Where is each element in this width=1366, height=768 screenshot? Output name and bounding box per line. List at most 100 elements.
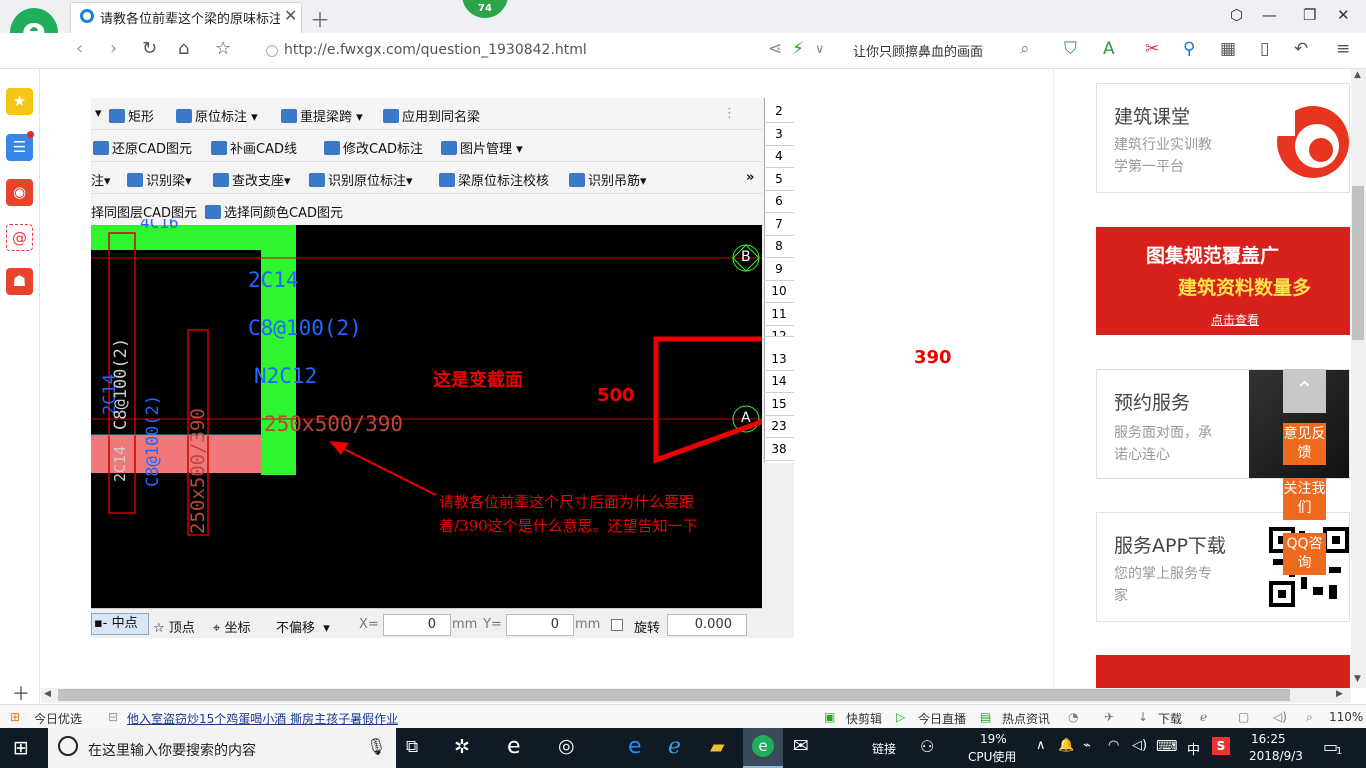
today-picks-label[interactable]: 今日优选 bbox=[34, 710, 82, 727]
zoom-icon[interactable]: ⌕ bbox=[1306, 710, 1313, 725]
email-icon[interactable]: @ bbox=[6, 224, 33, 251]
back-to-top-icon[interactable]: ⌃ bbox=[1283, 369, 1326, 413]
lightning-icon[interactable]: ⚡ bbox=[792, 39, 804, 59]
row-number: 7 bbox=[764, 213, 794, 236]
ad-appointment-sub2: 诺心连心 bbox=[1114, 447, 1170, 463]
x-input[interactable]: 0 bbox=[383, 614, 451, 636]
weibo-icon[interactable]: ◉ bbox=[6, 179, 33, 206]
translate-icon[interactable]: A bbox=[1103, 39, 1115, 59]
ime-indicator[interactable]: 中 bbox=[1187, 739, 1200, 758]
search-icon[interactable]: ⌕ bbox=[1020, 39, 1030, 59]
cad-status-bar: ▪- 中点 ☆ 顶点 ⌖ 坐标 不偏移 ▾ X= 0 mm Y= 0 mm 旋转… bbox=[91, 608, 762, 638]
home-icon[interactable]: ⌂ bbox=[178, 38, 189, 59]
scroll-right-icon[interactable]: ▶ bbox=[1336, 689, 1343, 699]
download-link[interactable]: 下载 bbox=[1158, 710, 1182, 727]
site-info-icon[interactable] bbox=[266, 45, 278, 57]
window-icon[interactable]: ▢ bbox=[1238, 710, 1249, 724]
ad-card-course[interactable]: 建筑课堂 建筑行业实训教 学第一平台 bbox=[1096, 83, 1350, 193]
offset-mode-select[interactable]: 不偏移 ▾ bbox=[276, 617, 330, 636]
vertex-toggle[interactable]: ☆ 顶点 bbox=[153, 617, 195, 636]
windows-start-icon[interactable]: ⊞ bbox=[13, 737, 29, 759]
share-icon[interactable]: ⋖ bbox=[768, 39, 782, 59]
favorites-star-icon[interactable]: ★ bbox=[6, 88, 33, 115]
quick-cut-link[interactable]: 快剪辑 bbox=[846, 710, 882, 727]
qq-consult-button[interactable]: QQ咨询 bbox=[1283, 533, 1326, 575]
folder-icon[interactable]: ▰ bbox=[710, 736, 725, 758]
live-link[interactable]: 今日直播 bbox=[918, 710, 966, 727]
game-icon[interactable]: ☗ bbox=[6, 268, 33, 295]
ie-icon[interactable]: ℯ bbox=[668, 734, 681, 759]
magnifier-icon[interactable]: ⚲ bbox=[1183, 39, 1195, 59]
cad-toolbar-row-1: ▾ 矩形 原位标注 ▾ 重提梁跨 ▾ 应用到同名梁 ⋮ bbox=[91, 98, 763, 130]
follow-us-button[interactable]: 关注我们 bbox=[1283, 478, 1326, 520]
clock-time[interactable]: 16:25 bbox=[1251, 732, 1286, 746]
scroll-up-icon[interactable]: ▲ bbox=[1354, 70, 1361, 80]
task-view-icon[interactable]: ⧉ bbox=[406, 737, 418, 757]
rotate-input[interactable]: 0.000 bbox=[667, 614, 747, 636]
notification-bell-icon[interactable]: 🔔 bbox=[1058, 738, 1074, 753]
banner-cta[interactable]: 点击查看 bbox=[1211, 311, 1259, 328]
tab-title[interactable]: 请教各位前辈这个梁的原味标注后 bbox=[100, 8, 280, 27]
mail-icon[interactable]: ✉ bbox=[793, 735, 809, 757]
tab-close-icon[interactable]: ✕ bbox=[284, 6, 297, 25]
sogou-ime-icon[interactable]: S bbox=[1212, 737, 1230, 755]
keyboard-icon[interactable]: ⌨ bbox=[1156, 737, 1178, 755]
refresh-icon[interactable]: ↻ bbox=[142, 38, 157, 59]
clock-date[interactable]: 2018/9/3 bbox=[1249, 749, 1303, 763]
scroll-down-icon[interactable]: ▼ bbox=[1354, 674, 1361, 684]
pin-icon[interactable]: ✈ bbox=[1104, 710, 1114, 724]
skin-icon[interactable]: ⬡ bbox=[1230, 6, 1243, 24]
link-label[interactable]: 链接 bbox=[872, 740, 896, 757]
ad-banner-bottom[interactable] bbox=[1096, 655, 1350, 688]
minimize-icon[interactable]: — bbox=[1262, 6, 1277, 24]
y-input[interactable]: 0 bbox=[506, 614, 574, 636]
shield-icon[interactable]: ⛉ bbox=[1064, 39, 1077, 59]
hot-news-link[interactable]: 热点资讯 bbox=[1002, 710, 1050, 727]
back-icon[interactable]: ‹ bbox=[76, 38, 83, 59]
chrome-icon[interactable]: ◎ bbox=[558, 735, 575, 757]
rotate-checkbox[interactable] bbox=[611, 619, 623, 631]
gift-icon[interactable]: ⊞ bbox=[10, 710, 20, 724]
scissors-icon[interactable]: ✂ bbox=[1145, 39, 1159, 59]
forward-icon[interactable]: › bbox=[110, 38, 117, 59]
add-sidebar-icon[interactable]: ＋ bbox=[12, 680, 30, 706]
coord-toggle[interactable]: ⌖ 坐标 bbox=[213, 617, 250, 636]
cad-toolbar-row-4: 择同图层CAD图元 选择同颜色CAD图元 bbox=[91, 194, 763, 226]
edge-icon[interactable]: e bbox=[507, 734, 521, 759]
chevron-down-icon[interactable]: ∨ bbox=[815, 42, 825, 57]
news-link[interactable]: 他入室盗窃炒15个鸡蛋喝小酒 撕房主孩子暑假作业 bbox=[127, 710, 398, 727]
search-input[interactable]: 让你只顾擦鼻血的画面 bbox=[853, 41, 983, 60]
window-close-icon[interactable]: ✕ bbox=[1337, 6, 1350, 24]
horizontal-scroll-thumb[interactable] bbox=[58, 689, 1290, 701]
zoom-level[interactable]: 110% bbox=[1329, 710, 1363, 724]
tray-up-icon[interactable]: ∧ bbox=[1036, 738, 1046, 753]
speaker-icon[interactable]: ◁) bbox=[1132, 738, 1147, 753]
volume-icon[interactable]: ◁) bbox=[1273, 710, 1287, 724]
people-icon[interactable]: ⚇ bbox=[920, 737, 934, 756]
microphone-icon[interactable]: 🎙 bbox=[366, 737, 386, 756]
favorite-star-icon[interactable]: ☆ bbox=[215, 38, 231, 59]
fan-app-icon[interactable]: ✲ bbox=[454, 736, 470, 758]
speed-icon[interactable]: ◔ bbox=[1068, 710, 1078, 724]
taskbar-search-box[interactable]: 在这里输入你要搜索的内容 🎙 bbox=[48, 728, 396, 768]
ad-banner-atlas[interactable]: 图集规范覆盖广 建筑资料数量多 点击查看 bbox=[1096, 227, 1350, 335]
row-number: 5 bbox=[764, 168, 794, 191]
restore-icon[interactable]: ❐ bbox=[1303, 6, 1316, 24]
undo-icon[interactable]: ↶ bbox=[1294, 39, 1308, 59]
new-tab-icon[interactable]: ＋ bbox=[310, 4, 330, 33]
wifi-icon[interactable]: ◠ bbox=[1108, 738, 1119, 753]
vertical-scroll-thumb[interactable] bbox=[1352, 186, 1364, 340]
apps-grid-icon[interactable]: ▦ bbox=[1220, 39, 1236, 59]
address-bar[interactable]: http://e.fwxgx.com/question_1930842.html bbox=[284, 42, 587, 58]
edge-blue-icon[interactable]: e bbox=[628, 734, 642, 759]
reading-list-icon[interactable]: ☰ bbox=[6, 134, 33, 161]
vertical-scrollbar[interactable] bbox=[1351, 69, 1366, 688]
reading-mode-icon[interactable]: ▯ bbox=[1260, 39, 1269, 59]
scroll-left-icon[interactable]: ◀ bbox=[44, 689, 51, 699]
ie-mode-icon[interactable]: ℯ bbox=[1200, 710, 1207, 724]
menu-icon[interactable]: ≡ bbox=[1336, 39, 1350, 59]
taskbar-search-placeholder: 在这里输入你要搜索的内容 bbox=[88, 743, 256, 759]
feedback-button[interactable]: 意见反馈 bbox=[1283, 423, 1326, 465]
midpoint-toggle[interactable]: ▪- 中点 bbox=[91, 613, 149, 635]
power-icon[interactable]: ⌁ bbox=[1083, 738, 1091, 753]
